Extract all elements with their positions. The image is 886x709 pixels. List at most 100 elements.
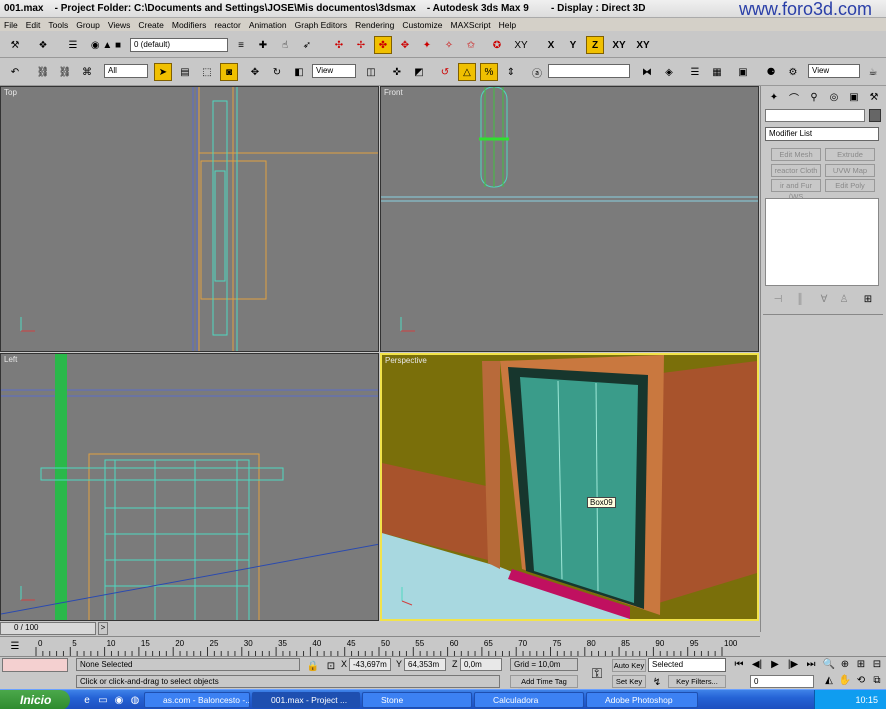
make-unique-icon[interactable]: ∀: [815, 290, 833, 308]
layer-dropdown[interactable]: 0 (default): [130, 38, 228, 52]
window-crossing-icon[interactable]: ◙: [220, 63, 238, 81]
layer-manager-icon[interactable]: ☰: [64, 36, 82, 54]
axis-xy-button[interactable]: XY: [608, 36, 630, 54]
go-to-start-icon[interactable]: ⏮: [730, 655, 748, 673]
render-scene-icon[interactable]: ⚙: [784, 63, 802, 81]
menu-file[interactable]: File: [0, 20, 22, 30]
hair-fur-button[interactable]: ir and Fur (WS: [771, 179, 821, 201]
x-coordinate-field[interactable]: -43,697m: [349, 658, 391, 671]
edit-poly-button[interactable]: Edit Poly: [825, 179, 875, 192]
layer-add-icon[interactable]: ≡: [232, 36, 250, 54]
hierarchy-icon[interactable]: ⚒: [6, 36, 24, 54]
pivot-center-icon[interactable]: ◫: [362, 63, 380, 81]
display-tab-icon[interactable]: ▣: [845, 88, 863, 106]
next-frame-icon[interactable]: |▶: [784, 655, 802, 673]
menu-create[interactable]: Create: [134, 20, 168, 30]
render-view-dropdown[interactable]: View: [808, 64, 860, 78]
snaps-toggle-icon[interactable]: ↺: [436, 63, 454, 81]
menu-tools[interactable]: Tools: [44, 20, 72, 30]
ik-spline-icon[interactable]: ✧: [440, 36, 458, 54]
remove-modifier-icon[interactable]: ♙: [835, 290, 853, 308]
layer-pointer-icon[interactable]: ➶: [298, 36, 316, 54]
schematic-view-icon[interactable]: ▣: [734, 63, 752, 81]
spinner-snap-icon[interactable]: ⇕: [502, 63, 520, 81]
menu-animation[interactable]: Animation: [245, 20, 291, 30]
curve-editor-icon[interactable]: ▦: [708, 63, 726, 81]
previous-frame-icon[interactable]: ◀|: [748, 655, 766, 673]
motion-tab-icon[interactable]: ◎: [825, 88, 843, 106]
utilities-tab-icon[interactable]: ⚒: [865, 88, 883, 106]
object-color-swatch[interactable]: [869, 109, 881, 122]
material-editor-icon[interactable]: ⚈: [762, 63, 780, 81]
select-manipulate-icon[interactable]: ✜: [388, 63, 406, 81]
pin-stack-icon[interactable]: ⊣: [769, 290, 787, 308]
edit-mesh-button[interactable]: Edit Mesh: [771, 148, 821, 161]
menu-rendering[interactable]: Rendering: [351, 20, 398, 30]
select-by-name-icon[interactable]: ▤: [176, 63, 194, 81]
layer-manager-toggle-icon[interactable]: ☰: [686, 63, 704, 81]
axis-z-button[interactable]: Z: [586, 36, 604, 54]
ik-icon[interactable]: ✣: [330, 36, 348, 54]
reactor-cloth-button[interactable]: reactor Cloth: [771, 164, 821, 177]
axis-y-button[interactable]: Y: [564, 36, 582, 54]
show-end-result-icon[interactable]: ║: [791, 290, 809, 308]
axis-xy-icon[interactable]: XY: [510, 36, 532, 54]
viewport-top[interactable]: Top: [0, 86, 379, 352]
time-slider[interactable]: 0 / 100 >: [0, 621, 760, 636]
rotate-icon[interactable]: ↻: [268, 63, 286, 81]
create-tab-icon[interactable]: ✦: [765, 88, 783, 106]
move-icon[interactable]: ✥: [246, 63, 264, 81]
track-bar[interactable]: ☰ 0 5 10 15 20 25 30 35 40 45 50 55 60 65 70 75 80 85 90 95…: [0, 636, 760, 656]
named-selection-dropdown[interactable]: [548, 64, 630, 78]
task-photoshop[interactable]: Adobe Photoshop: [586, 692, 698, 708]
absolute-mode-icon[interactable]: ⊡: [322, 657, 340, 675]
edit-named-selection-icon[interactable]: ⓐ: [528, 63, 546, 81]
keyboard-shortcut-icon[interactable]: ◩: [410, 63, 428, 81]
menu-help[interactable]: Help: [495, 20, 520, 30]
set-key-icon[interactable]: ⚿: [586, 663, 608, 683]
undo-icon[interactable]: ↶: [6, 63, 24, 81]
current-frame-field[interactable]: 0: [750, 675, 814, 688]
select-object-icon[interactable]: ➤: [154, 63, 172, 81]
layer-visibility-icons[interactable]: ◉ ▲ ■: [86, 36, 126, 54]
ik-toggle-icon[interactable]: ✢: [352, 36, 370, 54]
menu-modifiers[interactable]: Modifiers: [168, 20, 210, 30]
y-coordinate-field[interactable]: 64,353m: [404, 658, 446, 671]
modifier-list-dropdown[interactable]: Modifier List: [765, 127, 879, 141]
configure-modifier-sets-icon[interactable]: ⊞: [859, 290, 877, 308]
next-frame-arrow-icon[interactable]: >: [98, 622, 108, 635]
snap-icon[interactable]: ✪: [488, 36, 506, 54]
start-button[interactable]: Inicio: [0, 690, 70, 709]
ik-solver-icon[interactable]: ✥: [396, 36, 414, 54]
modifier-stack[interactable]: [765, 198, 879, 286]
extrude-button[interactable]: Extrude: [825, 148, 875, 161]
link-icon[interactable]: ⛓: [34, 63, 52, 81]
modify-tab-icon[interactable]: ⌒: [785, 88, 803, 106]
menu-group[interactable]: Group: [72, 20, 104, 30]
play-icon[interactable]: ▶: [766, 655, 784, 673]
selection-filter-dropdown[interactable]: All: [104, 64, 148, 78]
layer-hand-icon[interactable]: ☝: [276, 36, 294, 54]
scale-icon[interactable]: ◧: [290, 63, 308, 81]
menu-customize[interactable]: Customize: [398, 20, 446, 30]
rectangular-selection-icon[interactable]: ⬚: [198, 63, 216, 81]
set-key-button[interactable]: Set Key: [612, 675, 646, 688]
layer-select-icon[interactable]: ✚: [254, 36, 272, 54]
unlink-icon[interactable]: ⛓: [56, 63, 74, 81]
viewport-front[interactable]: Front: [380, 86, 759, 352]
axis-x-button[interactable]: X: [542, 36, 560, 54]
menu-maxscript[interactable]: MAXScript: [446, 20, 494, 30]
task-calculator[interactable]: Calculadora: [474, 692, 584, 708]
viewport-perspective[interactable]: Perspective Box09: [380, 353, 759, 621]
ik-hd-icon[interactable]: ✩: [462, 36, 480, 54]
maximize-viewport-icon[interactable]: ⧉: [868, 671, 886, 689]
angle-snap-icon[interactable]: △: [458, 63, 476, 81]
mirror-icon[interactable]: ⧓: [638, 63, 656, 81]
quicklaunch-firefox-icon[interactable]: ◍: [126, 691, 144, 709]
menu-views[interactable]: Views: [104, 20, 135, 30]
hierarchy-tab-icon[interactable]: ⚲: [805, 88, 823, 106]
z-coordinate-field[interactable]: 0,0m: [460, 658, 502, 671]
menu-graph-editors[interactable]: Graph Editors: [291, 20, 351, 30]
reference-coordinate-dropdown[interactable]: View: [312, 64, 356, 78]
add-time-tag-button[interactable]: Add Time Tag: [510, 675, 578, 688]
